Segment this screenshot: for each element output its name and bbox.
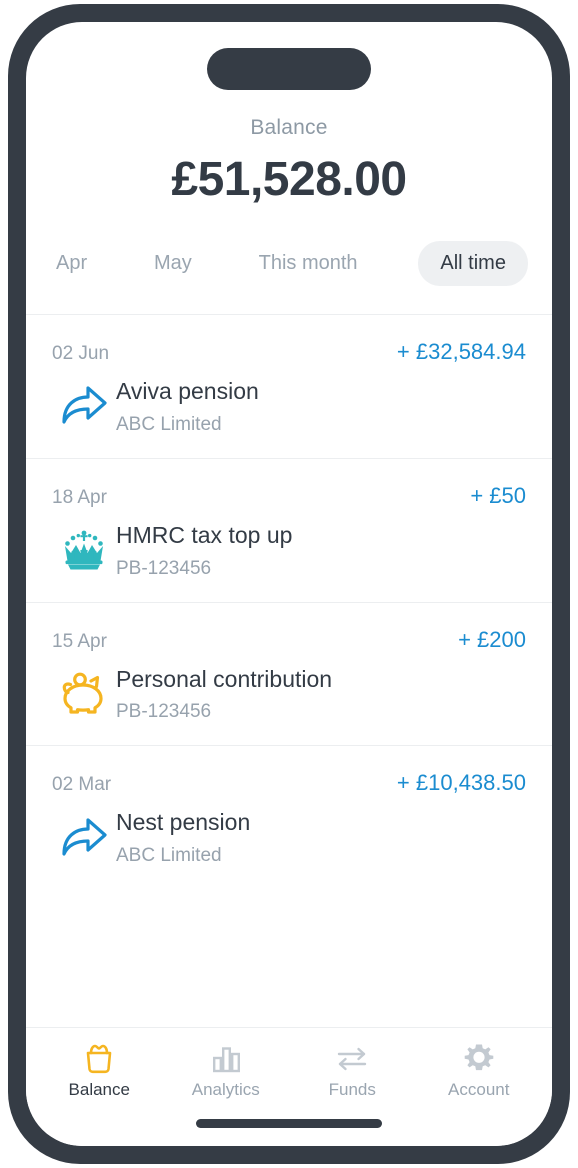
transfer-arrow-icon [52, 811, 116, 865]
transaction-text: HMRC tax top up PB-123456 [116, 521, 292, 580]
table-row[interactable]: 18 Apr + £50 HMRC tax top up PB-123456 [26, 457, 552, 602]
transaction-body: Nest pension ABC Limited [52, 808, 526, 867]
transaction-text: Personal contribution PB-123456 [116, 665, 332, 724]
phone-frame: Balance £51,528.00 Apr May This month Al… [8, 4, 570, 1164]
period-tab-may[interactable]: May [148, 241, 198, 286]
balance-label: Balance [250, 116, 328, 139]
transfer-arrow-icon [52, 379, 116, 433]
transaction-header: 18 Apr + £50 [52, 483, 526, 509]
transaction-title: Aviva pension [116, 378, 259, 404]
exchange-arrows-icon [335, 1040, 369, 1074]
hmrc-crown-icon [52, 523, 116, 577]
table-row[interactable]: 15 Apr + £200 Personal contribution PB-1… [26, 601, 552, 746]
piggy-bank-icon [52, 667, 116, 721]
tab-label: Balance [68, 1080, 130, 1099]
transaction-subtitle: ABC Limited [116, 845, 222, 866]
table-row[interactable]: 02 Jun + £32,584.94 Aviva pension ABC Li… [26, 314, 552, 458]
transaction-subtitle: PB-123456 [116, 701, 212, 723]
gear-icon [463, 1040, 495, 1074]
transaction-header: 02 Jun + £32,584.94 [52, 339, 526, 365]
period-tab-all-time[interactable]: All time [418, 241, 528, 286]
tab-label: Account [448, 1080, 510, 1099]
transaction-amount: + £32,584.94 [396, 339, 526, 364]
home-indicator [196, 1119, 382, 1128]
tab-analytics[interactable]: Analytics [163, 1040, 290, 1100]
transaction-amount: + £10,438.50 [396, 770, 526, 796]
balance-amount: £51,528.00 [171, 153, 407, 206]
transaction-date: 02 Jun [52, 343, 110, 364]
money-pot-icon [83, 1040, 115, 1074]
transaction-date: 02 Mar [52, 774, 112, 796]
tab-label: Funds [328, 1080, 376, 1099]
transaction-subtitle: PB-123456 [116, 557, 212, 579]
transaction-title: Nest pension [116, 809, 251, 836]
transaction-title: HMRC tax top up [116, 521, 293, 548]
period-filter-tabs: Apr May This month All time [26, 207, 552, 286]
phone-screen: Balance £51,528.00 Apr May This month Al… [26, 22, 552, 1146]
transaction-title: Personal contribution [116, 665, 333, 692]
transaction-body: Personal contribution PB-123456 [52, 665, 526, 724]
transaction-amount: + £50 [470, 482, 526, 508]
bar-chart-icon [210, 1040, 242, 1074]
transaction-header: 02 Mar + £10,438.50 [52, 770, 526, 796]
transaction-body: Aviva pension ABC Limited [52, 377, 526, 436]
transaction-amount: + £200 [458, 626, 526, 652]
tab-funds[interactable]: Funds [289, 1040, 416, 1100]
transaction-body: HMRC tax top up PB-123456 [52, 521, 526, 580]
transaction-date: 15 Apr [52, 630, 107, 652]
transaction-list: 02 Jun + £32,584.94 Aviva pension ABC Li… [26, 314, 552, 1027]
transaction-date: 18 Apr [52, 486, 107, 508]
tab-balance[interactable]: Balance [36, 1040, 163, 1100]
tab-account[interactable]: Account [416, 1040, 543, 1100]
transaction-text: Aviva pension ABC Limited [116, 377, 259, 436]
table-row[interactable]: 02 Mar + £10,438.50 Nest pension ABC Lim… [26, 745, 552, 889]
dynamic-island [207, 48, 371, 90]
transaction-text: Nest pension ABC Limited [116, 808, 250, 867]
bottom-tab-bar: Balance Analytics Funds Account [26, 1027, 552, 1146]
tab-label: Analytics [191, 1080, 260, 1099]
transaction-header: 15 Apr + £200 [52, 627, 526, 653]
period-tab-this-month[interactable]: This month [253, 241, 364, 286]
transaction-subtitle: ABC Limited [116, 413, 222, 435]
period-tab-apr[interactable]: Apr [50, 241, 93, 286]
